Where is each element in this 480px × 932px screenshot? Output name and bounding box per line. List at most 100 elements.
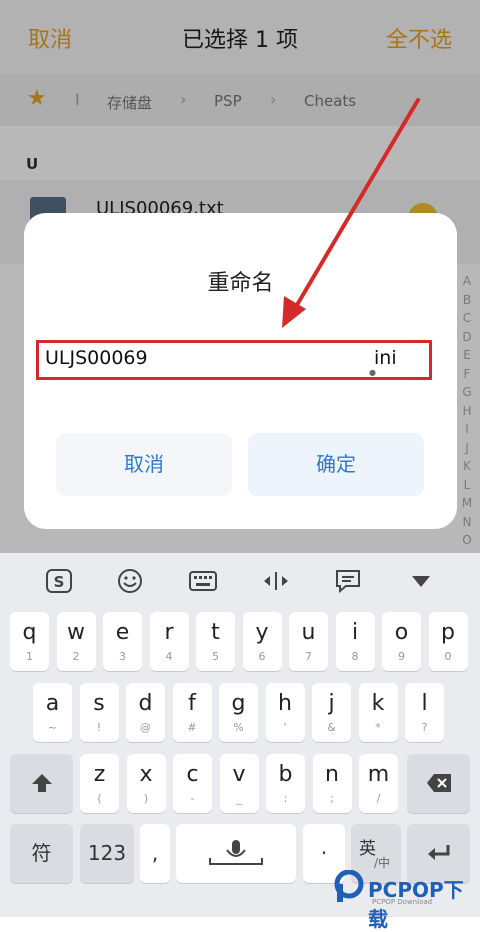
key-sublabel: 0 — [444, 650, 452, 663]
key-label: f — [188, 691, 196, 716]
key-label: p — [441, 620, 455, 645]
key-label: x — [139, 762, 153, 787]
clipboard-icon[interactable] — [331, 568, 365, 594]
key-label: l — [421, 691, 428, 716]
key-sublabel: ~ — [47, 721, 58, 734]
key-label: o — [394, 620, 409, 645]
key-label: a — [45, 691, 60, 716]
symbols-key[interactable]: 符 — [10, 824, 73, 883]
key-w[interactable]: w2 — [56, 612, 96, 671]
emoji-icon[interactable] — [113, 568, 147, 594]
key-i[interactable]: i8 — [335, 612, 375, 671]
key-sublabel: 7 — [305, 650, 312, 663]
key-label: w — [67, 620, 85, 645]
collapse-keyboard-icon[interactable] — [404, 568, 438, 594]
key-label: n — [325, 762, 339, 787]
key-sublabel: ? — [421, 721, 428, 734]
key-label: k — [371, 691, 385, 716]
key-label: u — [301, 620, 316, 645]
key-label: z — [93, 762, 106, 787]
key-b[interactable]: b: — [266, 754, 305, 813]
key-t[interactable]: t5 — [196, 612, 235, 671]
key-m[interactable]: m / — [359, 754, 398, 813]
key-v[interactable]: v _ — [219, 754, 259, 813]
lang-sub-label: /中 — [374, 856, 391, 870]
key-sublabel: ; — [330, 792, 334, 805]
key-label: i — [351, 620, 359, 645]
key-l[interactable]: l? — [405, 683, 444, 742]
key-p[interactable]: p0 — [428, 612, 468, 671]
key-sublabel: @ — [140, 721, 151, 734]
key-sublabel: 8 — [351, 650, 359, 663]
filename-value[interactable]: ULJS00069 — [45, 347, 148, 369]
pcpop-logo-icon — [334, 869, 364, 908]
key-z[interactable]: z( — [80, 754, 119, 813]
key-label: r — [164, 620, 174, 645]
watermark-subtext: PCPOP Download — [372, 898, 433, 906]
key-n[interactable]: n; — [312, 754, 352, 813]
key-sublabel: # — [187, 721, 197, 734]
key-label: d — [138, 691, 153, 716]
key-label: h — [278, 691, 292, 716]
key-label: m — [367, 762, 390, 787]
key-j[interactable]: j & — [312, 683, 351, 742]
key-sublabel: : — [283, 792, 288, 805]
key-sublabel: 1 — [26, 650, 33, 663]
key-sublabel: 2 — [72, 650, 80, 663]
key-label: q — [22, 620, 37, 645]
cursor-move-icon[interactable] — [259, 568, 293, 594]
key-sublabel: * — [375, 721, 381, 734]
dialog-title: 重命名 — [207, 271, 274, 296]
key-c[interactable]: c- — [173, 754, 212, 813]
key-r[interactable]: r4 — [149, 612, 189, 671]
svg-text:S: S — [54, 573, 65, 591]
key-u[interactable]: u7 — [289, 612, 328, 671]
backspace-key[interactable] — [407, 754, 470, 813]
key-sublabel: ) — [143, 792, 149, 805]
key-label: j — [328, 691, 335, 716]
key-label: e — [115, 620, 130, 645]
key-sublabel: 5 — [212, 650, 219, 663]
sogou-logo-icon[interactable]: S — [42, 568, 76, 594]
key-label: v — [232, 762, 246, 787]
key-label: c — [186, 762, 199, 787]
key-sublabel: / — [376, 792, 381, 805]
key-q[interactable]: q1 — [10, 612, 49, 671]
key-h[interactable]: h ' — [265, 683, 305, 742]
key-sublabel: & — [327, 721, 336, 734]
text-cursor: ● — [369, 368, 376, 377]
numbers-key[interactable]: 123 — [80, 824, 134, 883]
key-sublabel: 6 — [258, 650, 266, 663]
key-label: t — [211, 620, 220, 645]
key-d[interactable]: d @ — [126, 683, 165, 742]
key-f[interactable]: f # — [172, 683, 212, 742]
key-sublabel: % — [233, 721, 244, 734]
key-sublabel: 4 — [165, 650, 173, 663]
key-label: g — [231, 691, 246, 716]
key-y[interactable]: y6 — [242, 612, 282, 671]
key-s[interactable]: s! — [79, 683, 119, 742]
key-k[interactable]: k * — [358, 683, 398, 742]
dialog-confirm-button[interactable]: 确定 — [248, 433, 424, 496]
key-sublabel: - — [190, 792, 195, 805]
key-sublabel: 3 — [119, 650, 126, 663]
keyboard-switch-icon[interactable] — [186, 568, 220, 594]
key-sublabel: ! — [96, 721, 102, 734]
key-label: y — [255, 620, 269, 645]
key-sublabel: _ — [236, 792, 242, 805]
key-sublabel: 9 — [398, 650, 405, 663]
comma-key[interactable]: , — [140, 824, 170, 883]
key-x[interactable]: x) — [126, 754, 166, 813]
space-key[interactable] — [176, 824, 296, 883]
key-g[interactable]: g% — [219, 683, 258, 742]
filename-extension[interactable]: ini — [374, 347, 397, 369]
key-a[interactable]: a ~ — [33, 683, 72, 742]
key-e[interactable]: e3 — [103, 612, 142, 671]
key-label: s — [93, 691, 105, 716]
key-sublabel: ( — [97, 792, 102, 805]
key-label: b — [278, 762, 293, 787]
dialog-cancel-button[interactable]: 取消 — [56, 433, 232, 496]
key-o[interactable]: o9 — [382, 612, 421, 671]
key-sublabel: ' — [283, 721, 287, 734]
shift-key[interactable] — [10, 754, 73, 813]
